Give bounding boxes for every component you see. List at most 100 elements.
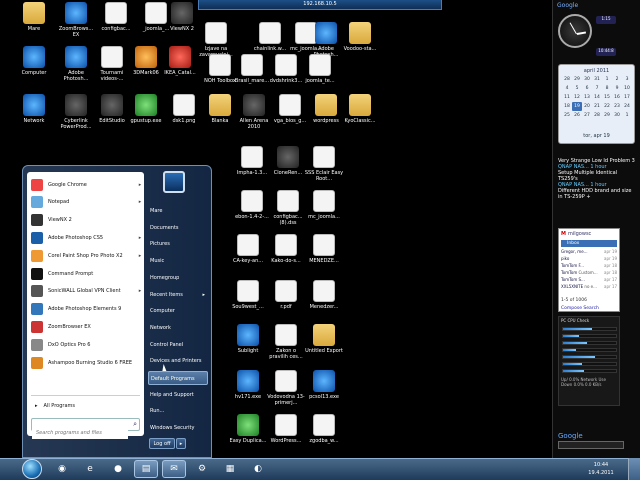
calendar-day[interactable]: 12 [572,93,582,102]
desktop-icon[interactable]: Vodovodna 13- primerj... [266,370,306,406]
calendar-day[interactable]: 8 [602,84,612,93]
start-menu-program[interactable]: Adobe Photoshop CS5 ▸ [27,229,144,246]
chrome-icon[interactable]: ● [106,460,130,478]
calendar-day[interactable]: 11 [562,93,572,102]
calendar-day[interactable]: 24 [622,102,632,111]
calendar-day[interactable]: 1 [602,75,612,84]
calendar-day[interactable]: 22 [602,102,612,111]
calendar-day[interactable]: 1 [622,111,632,120]
desktop-icon[interactable]: chainlink.w... [250,22,290,52]
start-menu-place[interactable]: Run... [148,404,208,418]
calendar-day[interactable]: 17 [622,93,632,102]
calendar-day[interactable]: 10 [622,84,632,93]
calendar-day[interactable]: 6 [582,84,592,93]
desktop-icon[interactable]: MENEDZE... [304,234,344,264]
start-search-input[interactable] [32,427,128,439]
submenu-arrow-icon[interactable]: ▸ [136,182,144,188]
desktop-icon[interactable]: Impha-1.3... [232,146,272,176]
desktop-icon[interactable]: WordPress... [266,414,306,444]
start-menu-place[interactable]: Homegroup [148,271,208,285]
start-menu-place[interactable]: Windows Security [148,421,208,435]
desktop-icon[interactable]: Computer [14,46,54,76]
submenu-arrow-icon[interactable]: ▸ [136,235,144,241]
calendar-day[interactable]: 13 [582,93,592,102]
all-programs-button[interactable]: ▸ All Programs [27,399,144,413]
desktop-icon[interactable]: CloneRen... [268,146,308,176]
calendar-title[interactable]: april 2011 [559,67,634,75]
submenu-arrow-icon[interactable]: ▸ [136,288,144,294]
submenu-arrow-icon[interactable]: ▸ [136,199,144,205]
user-avatar[interactable] [163,171,185,193]
gmail-user[interactable]: milgowsc [568,231,591,237]
desktop-icon[interactable]: Network [14,94,54,124]
desktop-icon[interactable]: r.pdf [266,280,306,310]
desktop-icon[interactable]: Sou9west_... [228,280,268,310]
start-menu-place[interactable]: Network [148,321,208,335]
desktop-icon[interactable]: SSS Eclair Easy Root... [304,146,344,182]
calendar-day[interactable]: 30 [612,111,622,120]
calendar-day[interactable]: 2 [612,75,622,84]
desktop-icon[interactable]: Menedzer... [304,280,344,310]
gmail-message-row[interactable]: apr 17 XXL5XNITE no e... [559,283,619,290]
gmail-message-row[interactable]: apr 18 TomTom Custom... [559,269,619,276]
calendar-day[interactable]: 23 [612,102,622,111]
calendar-day[interactable]: 26 [572,111,582,120]
gmail-folder-select[interactable]: Inbox [561,240,617,247]
desktop-icon[interactable]: Mare [14,2,54,32]
start-button[interactable] [22,459,42,479]
show-desktop-button[interactable] [628,458,640,480]
desktop-icon[interactable]: IKEA_Catal... [160,46,200,76]
gmail-message-row[interactable]: apr 19 piko [559,255,619,262]
start-menu-program[interactable]: Command Prompt [27,265,144,282]
calendar-day[interactable]: 7 [592,84,602,93]
desktop-icon[interactable]: vga_bios_g... [270,94,310,124]
desktop-icon[interactable]: Adobe Photosh... [56,46,96,82]
explorer-icon[interactable]: ▤ [134,460,158,478]
gmail-message-row[interactable]: apr 17 TomTom S... [559,276,619,283]
calendar-day[interactable]: 28 [562,75,572,84]
desktop-icon[interactable]: Sublight [228,324,268,354]
calendar-day[interactable]: 9 [612,84,622,93]
desktop-icon[interactable]: gpustup.exe [126,94,166,124]
app-icon[interactable]: ▦ [218,460,242,478]
calendar-day[interactable]: 29 [572,75,582,84]
start-menu-program[interactable]: ZoomBrowser EX [27,318,144,335]
calendar-day[interactable]: 20 [582,102,592,111]
start-menu-program[interactable]: DxO Optics Pro 6 [27,336,144,353]
desktop-icon[interactable]: ebon-1.4-2-... [232,190,272,220]
calendar-day[interactable]: 31 [592,75,602,84]
calendar-day[interactable]: 18 [562,102,572,111]
desktop-icon[interactable]: Izjave na zavarovalni... [196,22,236,58]
calendar-day[interactable]: 30 [582,75,592,84]
rss-item-title[interactable]: Different HDD brand and size in TS-259P … [558,188,635,200]
start-menu-place[interactable]: Computer [148,304,208,318]
start-menu-program[interactable]: Ashampoo Burning Studio 6 FREE [27,354,144,371]
desktop-icon[interactable]: mc_joomla... [304,190,344,220]
start-menu-place[interactable]: Documents [148,221,208,235]
calendar-day[interactable]: 25 [562,111,572,120]
desktop-icon[interactable]: Allen Arena 2010 [234,94,274,130]
desktop-icon[interactable]: configbac... [96,2,136,32]
desktop-icon[interactable]: pcsol13.exe [304,370,344,400]
start-menu-place[interactable]: Control Panel [148,338,208,352]
media-player-icon[interactable]: ◉ [50,460,74,478]
desktop-icon[interactable]: Easy Duplica... [228,414,268,444]
gmail-links[interactable]: Compose Search [561,306,599,311]
settings-icon[interactable]: ⚙ [190,460,214,478]
calendar-day[interactable]: 21 [592,102,602,111]
start-menu-program[interactable]: Adobe Photoshop Elements 9 [27,301,144,318]
calendar-day[interactable]: 3 [622,75,632,84]
calendar-day[interactable]: 15 [602,93,612,102]
calendar-day[interactable]: 4 [562,84,572,93]
start-menu-place[interactable]: Devices and Printers [148,354,208,368]
desktop-icon[interactable]: Untitled Export [304,324,344,354]
shutdown-options-arrow-icon[interactable]: ▸ [176,438,186,449]
log-off-button[interactable]: Log off [149,438,175,449]
desktop-icon[interactable]: ZoomBrows... EX [56,2,96,38]
start-menu-place[interactable]: Music [148,254,208,268]
tray-clock[interactable]: 10:44 19.4.2011 [584,460,618,478]
start-menu-place[interactable]: Mare [148,204,208,218]
calendar-day[interactable]: 27 [582,111,592,120]
mail-icon[interactable]: ✉ [162,460,186,478]
start-menu-place[interactable]: Help and Support [148,388,208,402]
